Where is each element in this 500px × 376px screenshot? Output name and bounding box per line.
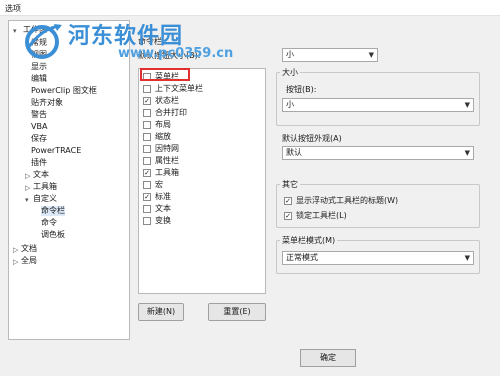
dropdown-arrow-icon: ▼ <box>464 254 470 262</box>
list-item[interactable]: 文本 <box>143 204 171 215</box>
default-size-value: 小 <box>286 50 294 59</box>
tree-item-snap[interactable]: 贴齐对象 <box>31 98 63 108</box>
tree-item-vba[interactable]: VBA <box>31 122 47 132</box>
window-title: 选项 <box>5 4 21 13</box>
checkbox[interactable]: ✓ <box>143 192 151 201</box>
checkbox[interactable]: ✓ <box>143 168 151 177</box>
list-item-label: 布局 <box>155 120 171 129</box>
tree-item-customize[interactable]: 自定义 <box>33 194 57 204</box>
tree-item-powertrace[interactable]: PowerTRACE <box>31 146 81 156</box>
checkbox[interactable] <box>143 156 151 165</box>
list-item[interactable]: 变换 <box>143 216 171 227</box>
list-item-label: 属性栏 <box>155 156 179 165</box>
tree-item-commandbars[interactable]: 命令栏 <box>41 206 65 216</box>
watermark-logo-icon <box>25 24 62 59</box>
tree-item-palettes[interactable]: 调色板 <box>41 230 65 240</box>
checkbox[interactable] <box>143 216 151 225</box>
list-item[interactable]: 宏 <box>143 180 163 191</box>
button-size-select[interactable]: 小 ▼ <box>282 98 474 112</box>
collapse-icon[interactable]: ▷ <box>13 246 18 254</box>
dropdown-arrow-icon: ▼ <box>464 149 470 157</box>
expand-icon[interactable]: ▾ <box>25 196 29 204</box>
show-title-label: 显示浮动式工具栏的标题(W) <box>296 196 399 205</box>
list-item-label: 宏 <box>155 180 163 189</box>
lock-toolbar-option[interactable]: ✓ 锁定工具栏(L) <box>284 210 347 221</box>
new-commandbar-button[interactable]: 新建(N) <box>138 303 184 321</box>
expand-icon[interactable]: ▾ <box>13 27 17 35</box>
menubar-mode-label: 菜单栏模式(M) <box>280 235 338 246</box>
menubar-highlight-box <box>140 68 190 81</box>
list-item[interactable]: 布局 <box>143 120 171 131</box>
show-title-checkbox[interactable]: ✓ <box>284 196 292 205</box>
commandbar-list[interactable]: 菜单栏 上下文菜单栏 ✓ 状态栏 合并打印 布局 缩放 因特网 属性栏 ✓ 工具箱 … <box>138 68 266 294</box>
tree-item-commands[interactable]: 命令 <box>41 218 57 228</box>
other-group <box>276 184 480 228</box>
list-item[interactable]: ✓ 标准 <box>143 192 171 203</box>
appearance-select[interactable]: 默认 ▼ <box>282 146 474 160</box>
dropdown-arrow-icon: ▼ <box>368 51 374 59</box>
other-group-title: 其它 <box>280 179 300 190</box>
list-item[interactable]: 属性栏 <box>143 156 179 167</box>
checkbox[interactable] <box>143 120 151 129</box>
list-item-label: 因特网 <box>155 144 179 153</box>
lock-toolbar-label: 锁定工具栏(L) <box>296 211 347 220</box>
checkbox[interactable] <box>143 84 151 93</box>
list-item[interactable]: 因特网 <box>143 144 179 155</box>
checkbox[interactable] <box>143 144 151 153</box>
tree-item-edit[interactable]: 编辑 <box>31 74 47 84</box>
tree-item-plugins[interactable]: 插件 <box>31 158 47 168</box>
options-tree[interactable]: ▾ 工作区 常规 视图 显示 编辑 PowerClip 图文框 贴齐对象 警告 … <box>8 20 130 340</box>
list-item[interactable]: 缩放 <box>143 132 171 143</box>
list-item[interactable]: 合并打印 <box>143 108 187 119</box>
title-bar: 选项 <box>0 0 500 16</box>
checkbox[interactable] <box>143 204 151 213</box>
list-item-label: 工具箱 <box>155 168 179 177</box>
collapse-icon[interactable]: ▷ <box>13 258 18 266</box>
checkbox[interactable] <box>143 132 151 141</box>
list-item-label: 状态栏 <box>155 96 179 105</box>
collapse-icon[interactable]: ▷ <box>25 172 30 180</box>
collapse-icon[interactable]: ▷ <box>25 184 30 192</box>
checkbox[interactable] <box>143 180 151 189</box>
list-item-label: 文本 <box>155 204 171 213</box>
show-title-option[interactable]: ✓ 显示浮动式工具栏的标题(W) <box>284 195 398 206</box>
appearance-value: 默认 <box>286 148 302 157</box>
list-item-label: 标准 <box>155 192 171 201</box>
list-item[interactable]: 上下文菜单栏 <box>143 84 203 95</box>
dropdown-arrow-icon: ▼ <box>464 101 470 109</box>
tree-item-save[interactable]: 保存 <box>31 134 47 144</box>
checkbox[interactable]: ✓ <box>143 96 151 105</box>
list-item[interactable]: ✓ 状态栏 <box>143 96 179 107</box>
lock-toolbar-checkbox[interactable]: ✓ <box>284 211 292 220</box>
list-item[interactable]: ✓ 工具箱 <box>143 168 179 179</box>
tree-item-warnings[interactable]: 警告 <box>31 110 47 120</box>
tree-item-global[interactable]: 全局 <box>21 256 37 266</box>
tree-item-text[interactable]: 文本 <box>33 170 49 180</box>
button-size-value: 小 <box>286 100 294 109</box>
tree-item-powerclip[interactable]: PowerClip 图文框 <box>31 86 97 96</box>
list-item-label: 上下文菜单栏 <box>155 84 203 93</box>
checkbox[interactable] <box>143 108 151 117</box>
appearance-label: 默认按钮外观(A) <box>282 134 342 143</box>
ok-button[interactable]: 确定 <box>300 349 356 367</box>
default-size-select[interactable]: 小 ▼ <box>282 48 378 62</box>
list-item-label: 合并打印 <box>155 108 187 117</box>
watermark-url: www.pc0359.cn <box>118 46 234 61</box>
size-group-title: 大小 <box>280 67 300 78</box>
menubar-mode-select[interactable]: 正常模式 ▼ <box>282 251 474 265</box>
list-item-label: 缩放 <box>155 132 171 141</box>
button-size-label: 按钮(B): <box>286 85 317 94</box>
tree-item-document[interactable]: 文档 <box>21 244 37 254</box>
menubar-mode-value: 正常模式 <box>286 253 318 262</box>
tree-item-toolbox[interactable]: 工具箱 <box>33 182 57 192</box>
list-item-label: 变换 <box>155 216 171 225</box>
reset-commandbar-button[interactable]: 重置(E) <box>208 303 266 321</box>
